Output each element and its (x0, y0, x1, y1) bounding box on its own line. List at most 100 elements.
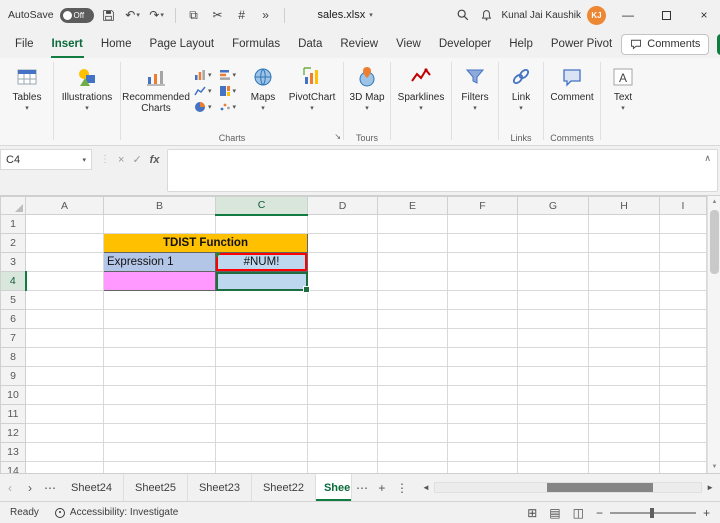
cell-I4[interactable] (659, 271, 707, 291)
sheet-menu-button[interactable]: ⋮ (392, 474, 412, 501)
sheet-tab-sheet23[interactable]: Sheet23 (187, 474, 252, 501)
cell-I14[interactable] (659, 461, 707, 473)
cell-F6[interactable] (447, 309, 518, 329)
cell-I7[interactable] (659, 328, 707, 348)
cell-H4[interactable] (588, 271, 660, 291)
cell-B1[interactable] (103, 214, 216, 234)
sheet-nav-right-button[interactable]: › (20, 474, 40, 501)
cell-B13[interactable] (103, 442, 216, 462)
cell-G3[interactable] (517, 252, 589, 272)
cell-I1[interactable] (659, 214, 707, 234)
cell-H7[interactable] (588, 328, 660, 348)
cell-B14[interactable] (103, 461, 216, 473)
cell-I6[interactable] (659, 309, 707, 329)
cell-E11[interactable] (377, 404, 448, 424)
cell-B12[interactable] (103, 423, 216, 443)
cell-E9[interactable] (377, 366, 448, 386)
cell-H10[interactable] (588, 385, 660, 405)
cell-G2[interactable] (517, 233, 589, 253)
cell-A2[interactable] (25, 233, 104, 253)
cell-E14[interactable] (377, 461, 448, 473)
cell-H2[interactable] (588, 233, 660, 253)
cell-I13[interactable] (659, 442, 707, 462)
document-title[interactable]: sales.xlsx ▾ (318, 9, 373, 21)
sheet-overflow-button[interactable]: ⋯ (352, 474, 372, 501)
cell-H6[interactable] (588, 309, 660, 329)
cell-A13[interactable] (25, 442, 104, 462)
column-header-B[interactable]: B (103, 196, 216, 215)
notifications-button[interactable] (478, 4, 496, 26)
cell-B5[interactable] (103, 290, 216, 310)
avatar[interactable]: KJ (587, 5, 606, 25)
cell-C1[interactable] (215, 214, 308, 234)
cell-I12[interactable] (659, 423, 707, 443)
ribbon-tab-insert[interactable]: Insert (43, 30, 92, 58)
cell-D13[interactable] (307, 442, 378, 462)
name-box[interactable]: C4 ▾ (0, 149, 92, 170)
sheet-list-button[interactable]: ⋯ (40, 474, 60, 501)
cell-A10[interactable] (25, 385, 104, 405)
cancel-button[interactable]: × (118, 154, 124, 166)
cell-G9[interactable] (517, 366, 589, 386)
hierarchy-chart-button[interactable]: ▾ (219, 85, 236, 97)
row-header-5[interactable]: 5 (0, 290, 26, 310)
cell-C3[interactable]: #NUM! (215, 252, 308, 272)
qat-overflow-button[interactable]: » (257, 4, 275, 26)
cell-I11[interactable] (659, 404, 707, 424)
ribbon-tab-help[interactable]: Help (500, 30, 542, 58)
cell-A6[interactable] (25, 309, 104, 329)
cell-H1[interactable] (588, 214, 660, 234)
cell-A7[interactable] (25, 328, 104, 348)
cell-G7[interactable] (517, 328, 589, 348)
undo-button[interactable]: ↶ ▾ (124, 4, 142, 26)
cell-G14[interactable] (517, 461, 589, 473)
cell-A11[interactable] (25, 404, 104, 424)
cell-B6[interactable] (103, 309, 216, 329)
name-box-dropdown-icon[interactable]: ▾ (82, 156, 86, 164)
cell-F1[interactable] (447, 214, 518, 234)
sheet-tab-shee[interactable]: Shee (315, 474, 352, 501)
row-header-14[interactable]: 14 (0, 461, 26, 473)
cell-E8[interactable] (377, 347, 448, 367)
column-header-E[interactable]: E (377, 196, 448, 215)
row-header-10[interactable]: 10 (0, 385, 26, 405)
cell-F9[interactable] (447, 366, 518, 386)
cell-C10[interactable] (215, 385, 308, 405)
cell-G11[interactable] (517, 404, 589, 424)
cell-E12[interactable] (377, 423, 448, 443)
new-sheet-button[interactable]: + (372, 474, 392, 501)
cell-F4[interactable] (447, 271, 518, 291)
zoom-out-button[interactable]: − (596, 506, 603, 520)
cell-I5[interactable] (659, 290, 707, 310)
cell-H11[interactable] (588, 404, 660, 424)
cell-H3[interactable] (588, 252, 660, 272)
row-header-13[interactable]: 13 (0, 442, 26, 462)
illustrations-button[interactable]: Illustrations ▾ (57, 59, 117, 112)
cell-B9[interactable] (103, 366, 216, 386)
cell-D1[interactable] (307, 214, 378, 234)
row-header-4[interactable]: 4 (0, 271, 27, 291)
minimize-button[interactable]: — (612, 0, 644, 30)
cell-B10[interactable] (103, 385, 216, 405)
vertical-scrollbar[interactable]: ▲ ▼ (707, 196, 720, 473)
cell-C14[interactable] (215, 461, 308, 473)
column-chart-button[interactable]: ▾ (194, 69, 212, 81)
search-button[interactable] (454, 4, 472, 26)
row-header-9[interactable]: 9 (0, 366, 26, 386)
horizontal-scroll-thumb[interactable] (546, 483, 654, 492)
cell-C11[interactable] (215, 404, 308, 424)
cell-C13[interactable] (215, 442, 308, 462)
cell-H12[interactable] (588, 423, 660, 443)
vertical-scroll-thumb[interactable] (710, 210, 719, 274)
cell-G4[interactable] (517, 271, 589, 291)
cell-H5[interactable] (588, 290, 660, 310)
cell-G8[interactable] (517, 347, 589, 367)
recommended-charts-button[interactable]: Recommended Charts (122, 59, 190, 114)
cell-E7[interactable] (377, 328, 448, 348)
accessibility-checker-button[interactable]: Accessibility: Investigate (54, 507, 178, 518)
cell-D7[interactable] (307, 328, 378, 348)
maps-button[interactable]: Maps ▾ (242, 59, 284, 112)
cell-D9[interactable] (307, 366, 378, 386)
cell-E10[interactable] (377, 385, 448, 405)
close-button[interactable]: × (688, 0, 720, 30)
